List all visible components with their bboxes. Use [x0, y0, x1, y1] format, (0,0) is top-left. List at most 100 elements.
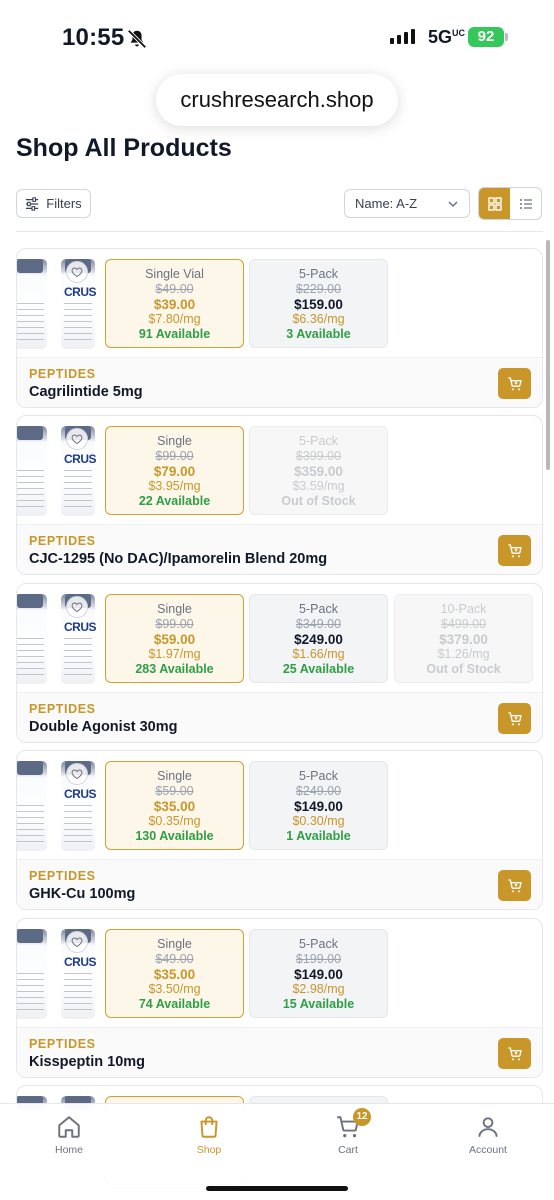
- product-category: PEPTIDES: [29, 534, 96, 548]
- product-name[interactable]: Kisspeptin 10mg: [29, 1054, 145, 1070]
- home-indicator: [206, 1186, 348, 1191]
- nav-cart[interactable]: Cart 12: [303, 1108, 393, 1156]
- option-price-per-mg: $2.98/mg: [292, 982, 345, 996]
- sort-value: Name: A-Z: [355, 196, 418, 211]
- nav-account-label: Account: [469, 1144, 507, 1156]
- nav-account[interactable]: Account: [443, 1114, 533, 1156]
- nav-home[interactable]: Home: [24, 1114, 114, 1156]
- option-name: 5-Pack: [299, 769, 338, 783]
- add-to-cart-button[interactable]: [498, 1038, 531, 1069]
- product-card[interactable]: CRUS Single $99.00 $59.00 $1.97/mg 283 A…: [16, 583, 543, 743]
- favorite-heart-icon[interactable]: [66, 931, 88, 953]
- option-availability: 3 Available: [286, 327, 351, 341]
- add-to-cart-button[interactable]: [498, 870, 531, 901]
- option-availability: 283 Available: [135, 662, 214, 676]
- option-5-pack[interactable]: 5-Pack $349.00 $249.00 $1.66/mg 25 Avail…: [249, 594, 388, 683]
- option-availability: 1 Available: [286, 829, 351, 843]
- option-single[interactable]: Single $49.00 $35.00 $3.50/mg 74 Availab…: [105, 929, 244, 1018]
- option-availability: 74 Available: [138, 997, 211, 1011]
- nav-cart-label: Cart: [338, 1144, 358, 1156]
- cart-icon: [507, 711, 522, 725]
- option-name: 10-Pack: [440, 602, 487, 616]
- favorite-heart-icon[interactable]: [66, 763, 88, 785]
- status-time: 10:55: [62, 24, 125, 51]
- option-price-per-mg: $3.59/mg: [292, 479, 345, 493]
- card-footer: PEPTIDES Cagrilintide 5mg: [17, 357, 542, 407]
- option-availability: 22 Available: [138, 494, 211, 508]
- shopping-bag-icon: [200, 1116, 218, 1138]
- option-price-per-mg: $0.30/mg: [292, 814, 345, 828]
- option-10-pack: 10-Pack $499.00 $379.00 $1.26/mg Out of …: [394, 594, 533, 683]
- product-card[interactable]: CRUS Single $49.00 $35.00 $3.50/mg 74 Av…: [16, 918, 543, 1078]
- option-price: $359.00: [294, 464, 343, 479]
- option-original-price: $199.00: [295, 952, 342, 966]
- option-price: $149.00: [294, 799, 343, 814]
- sort-select[interactable]: Name: A-Z: [344, 189, 470, 218]
- battery-tip: [505, 33, 508, 41]
- scrollbar[interactable]: [546, 240, 550, 470]
- option-5-pack[interactable]: 5-Pack $249.00 $149.00 $0.30/mg 1 Availa…: [249, 761, 388, 850]
- add-to-cart-button[interactable]: [498, 535, 531, 566]
- favorite-heart-icon[interactable]: [66, 261, 88, 283]
- option-single[interactable]: Single $99.00 $59.00 $1.97/mg 283 Availa…: [105, 594, 244, 683]
- grid-view-button[interactable]: [479, 188, 510, 219]
- home-icon: [58, 1116, 80, 1138]
- option-name: Single: [157, 769, 192, 783]
- option-original-price: $229.00: [295, 282, 342, 296]
- option-original-price: $499.00: [440, 617, 487, 631]
- option-price: $35.00: [153, 967, 196, 982]
- option-availability: 130 Available: [135, 829, 214, 843]
- card-footer: PEPTIDES GHK-Cu 100mg: [17, 859, 542, 909]
- filters-button[interactable]: Filters: [16, 189, 91, 218]
- option-5-pack[interactable]: 5-Pack $229.00 $159.00 $6.36/mg 3 Availa…: [249, 259, 388, 348]
- nav-shop[interactable]: Shop: [164, 1114, 254, 1156]
- product-name[interactable]: Cagrilintide 5mg: [29, 384, 143, 400]
- favorite-heart-icon[interactable]: [66, 428, 88, 450]
- product-name[interactable]: GHK-Cu 100mg: [29, 886, 135, 902]
- option-price: $35.00: [153, 799, 196, 814]
- option-5-pack[interactable]: 5-Pack $199.00 $149.00 $2.98/mg 15 Avail…: [249, 929, 388, 1018]
- option-price-per-mg: $3.95/mg: [148, 479, 201, 493]
- option-availability: Out of Stock: [426, 662, 501, 676]
- product-card[interactable]: CRUS Single $99.00 $79.00 $3.95/mg 22 Av…: [16, 415, 543, 575]
- option-price: $249.00: [294, 632, 343, 647]
- option-original-price: $49.00: [155, 282, 194, 296]
- option-price-per-mg: $0.35/mg: [148, 814, 201, 828]
- option-price-per-mg: $1.97/mg: [148, 647, 201, 661]
- option-single[interactable]: Single $59.00 $35.00 $0.35/mg 130 Availa…: [105, 761, 244, 850]
- battery-icon: 92: [468, 27, 504, 47]
- network-type: 5GUC: [428, 27, 466, 47]
- product-card[interactable]: CRUS Single Vial $49.00 $39.00 $7.80/mg …: [16, 248, 543, 408]
- option-price-per-mg: $3.50/mg: [148, 982, 201, 996]
- product-image: CRUS: [17, 757, 97, 853]
- option-price: $79.00: [153, 464, 196, 479]
- favorite-heart-icon[interactable]: [66, 596, 88, 618]
- option-single[interactable]: Single $99.00 $79.00 $3.95/mg 22 Availab…: [105, 426, 244, 515]
- product-card[interactable]: CRUS Single $59.00 $35.00 $0.35/mg 130 A…: [16, 750, 543, 910]
- option-name: 5-Pack: [299, 434, 338, 448]
- cart-icon: [507, 376, 522, 390]
- option-availability: 25 Available: [282, 662, 355, 676]
- cart-count-badge: 12: [353, 1108, 371, 1126]
- option-name: 5-Pack: [299, 602, 338, 616]
- option-original-price: $399.00: [295, 449, 342, 463]
- product-image: CRUS: [17, 255, 97, 351]
- add-to-cart-button[interactable]: [498, 368, 531, 399]
- page-title: Shop All Products: [16, 134, 232, 162]
- list-icon: [519, 198, 532, 209]
- add-to-cart-button[interactable]: [498, 703, 531, 734]
- option-name: Single: [157, 434, 192, 448]
- nav-home-label: Home: [54, 1144, 83, 1156]
- chevron-down-icon: [448, 200, 458, 207]
- option-price-per-mg: $6.36/mg: [292, 312, 345, 326]
- option-original-price: $49.00: [155, 952, 194, 966]
- list-view-button[interactable]: [510, 188, 541, 219]
- option-availability: 15 Available: [282, 997, 355, 1011]
- url-bar[interactable]: crushresearch.shop: [156, 74, 398, 126]
- cellular-signal-icon: [390, 29, 415, 44]
- option-single-vial[interactable]: Single Vial $49.00 $39.00 $7.80/mg 91 Av…: [105, 259, 244, 348]
- product-name[interactable]: CJC-1295 (No DAC)/Ipamorelin Blend 20mg: [29, 551, 327, 567]
- option-original-price: $99.00: [155, 617, 194, 631]
- option-name: Single: [157, 937, 192, 951]
- product-name[interactable]: Double Agonist 30mg: [29, 719, 178, 735]
